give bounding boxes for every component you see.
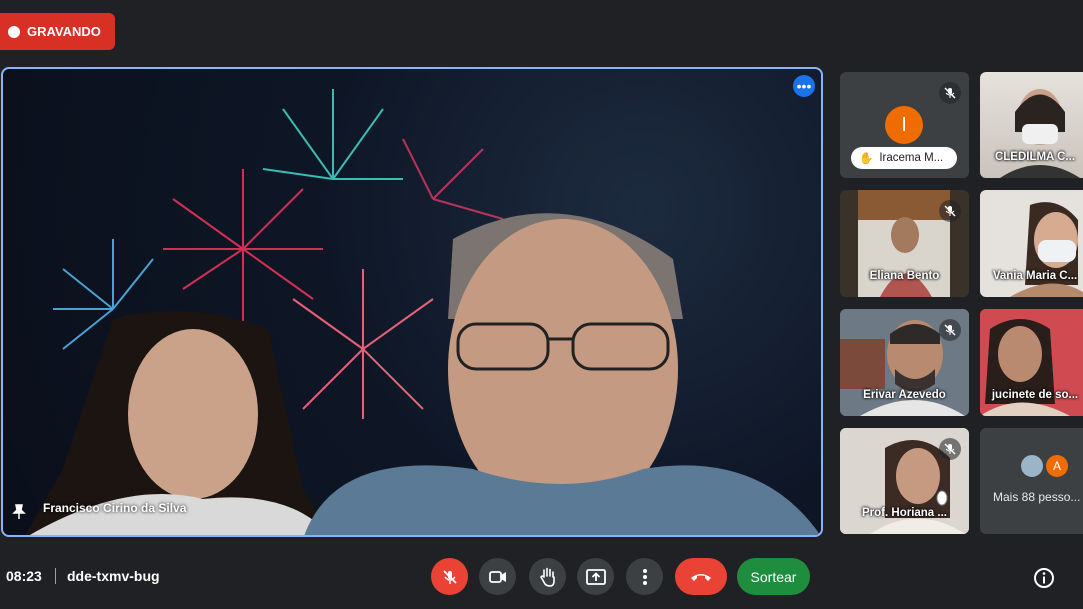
raise-hand-icon <box>539 567 555 587</box>
avatar <box>1021 455 1043 477</box>
more-vert-icon <box>642 568 647 585</box>
participant-name: jucinete de so... <box>991 389 1079 401</box>
more-participants-tile[interactable]: A Mais 88 pesso... <box>980 428 1083 534</box>
participant-name: Iracema M... <box>879 152 944 164</box>
mic-toggle-button[interactable] <box>431 558 468 595</box>
more-options-button[interactable]: ••• <box>793 75 815 97</box>
participant-tile[interactable]: jucinete de so... <box>980 309 1083 416</box>
meeting-time: 08:23 <box>6 568 42 584</box>
mic-off-icon <box>442 569 457 584</box>
participant-name: Erivar Azevedo <box>863 389 946 401</box>
recording-badge: GRAVANDO <box>0 13 115 50</box>
participant-tile[interactable]: Vania Maria C... <box>980 190 1083 297</box>
meeting-info-icon[interactable] <box>1033 567 1055 594</box>
raised-hand-chip: ✋ Iracema M... <box>851 147 957 169</box>
participant-tile[interactable]: Eliana Bento <box>840 190 969 297</box>
mic-off-icon <box>939 200 961 222</box>
participant-tile[interactable]: Erivar Azevedo <box>840 309 969 416</box>
mic-off-icon <box>939 82 961 104</box>
more-participants-label: Mais 88 pesso... <box>993 490 1081 504</box>
raise-hand-button[interactable] <box>529 558 566 595</box>
camera-toggle-button[interactable] <box>479 558 516 595</box>
present-screen-button[interactable] <box>577 558 614 595</box>
avatar: I <box>885 106 923 144</box>
control-bar: 08:23 dde-txmv-bug Sortear <box>0 550 1083 609</box>
participant-name: Vania Maria C... <box>992 270 1078 282</box>
mic-off-icon <box>939 438 961 460</box>
more-options-button[interactable] <box>626 558 663 595</box>
recording-dot-icon <box>8 25 20 38</box>
recording-label: GRAVANDO <box>27 24 101 39</box>
sortear-button[interactable]: Sortear <box>737 558 810 595</box>
participant-name: CLEDILMA C... <box>994 151 1076 163</box>
camera-icon <box>488 570 506 583</box>
present-screen-icon <box>585 568 606 585</box>
participant-name: Eliana Bento <box>869 270 940 282</box>
main-video[interactable]: ••• Francisco Cirino da Silva <box>1 67 823 537</box>
fireworks-background <box>25 89 821 535</box>
leave-call-button[interactable] <box>675 558 727 595</box>
raised-hand-icon: ✋ <box>859 153 874 165</box>
participant-name: Prof. Horiana ... <box>862 507 947 519</box>
participant-tile[interactable]: Prof. Horiana ... <box>840 428 969 534</box>
mic-off-icon <box>939 319 961 341</box>
participant-tile[interactable]: I ✋ Iracema M... <box>840 72 969 178</box>
meeting-code: dde-txmv-bug <box>67 568 160 584</box>
divider <box>55 568 56 584</box>
avatar: A <box>1046 455 1068 477</box>
hang-up-icon <box>691 573 711 581</box>
pin-icon[interactable] <box>11 504 27 525</box>
participant-tile[interactable]: CLEDILMA C... <box>980 72 1083 178</box>
main-participant-name: Francisco Cirino da Silva <box>43 501 187 515</box>
